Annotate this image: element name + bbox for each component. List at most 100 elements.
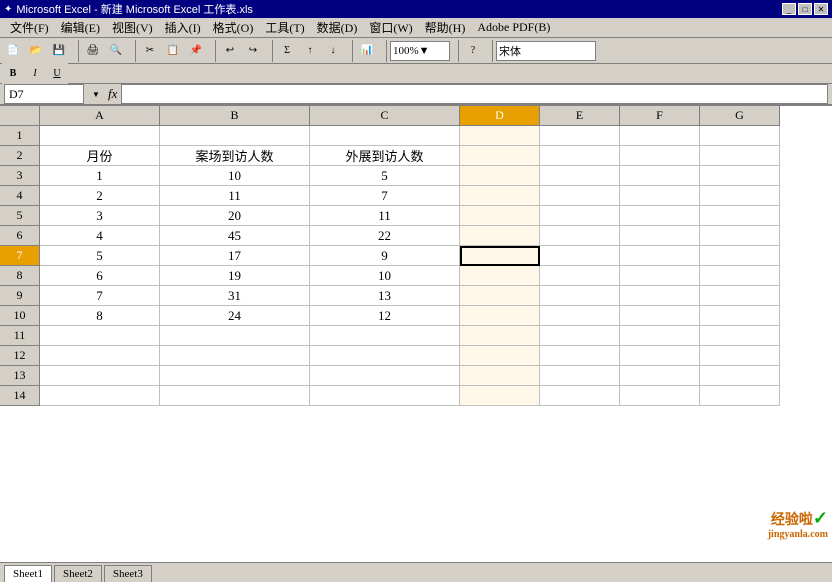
sheet-tab-sheet3[interactable]: Sheet3: [104, 565, 152, 582]
cell-G3[interactable]: [700, 166, 780, 186]
print-preview-button[interactable]: 🔍: [105, 40, 127, 62]
menu-item-v[interactable]: 视图(V): [106, 18, 159, 37]
cell-G5[interactable]: [700, 206, 780, 226]
cell-G10[interactable]: [700, 306, 780, 326]
cell-F4[interactable]: [620, 186, 700, 206]
menu-item-h[interactable]: 帮助(H): [419, 18, 472, 37]
cell-E10[interactable]: [540, 306, 620, 326]
cell-F9[interactable]: [620, 286, 700, 306]
new-button[interactable]: 📄: [2, 40, 24, 62]
cell-A1[interactable]: [40, 126, 160, 146]
cell-F13[interactable]: [620, 366, 700, 386]
cell-C10[interactable]: 12: [310, 306, 460, 326]
cell-E1[interactable]: [540, 126, 620, 146]
sum-button[interactable]: Σ: [276, 40, 298, 62]
cell-B6[interactable]: 45: [160, 226, 310, 246]
cell-B12[interactable]: [160, 346, 310, 366]
cell-E6[interactable]: [540, 226, 620, 246]
cell-D3[interactable]: [460, 166, 540, 186]
redo-button[interactable]: ↪: [242, 40, 264, 62]
cell-G11[interactable]: [700, 326, 780, 346]
cell-F7[interactable]: [620, 246, 700, 266]
row-number-9[interactable]: 9: [0, 286, 40, 306]
cell-E3[interactable]: [540, 166, 620, 186]
font-name-box[interactable]: 宋体: [496, 41, 596, 61]
cell-E12[interactable]: [540, 346, 620, 366]
cell-B7[interactable]: 17: [160, 246, 310, 266]
row-number-2[interactable]: 2: [0, 146, 40, 166]
menu-item-adobepdfb[interactable]: Adobe PDF(B): [471, 19, 556, 36]
cell-C13[interactable]: [310, 366, 460, 386]
sheet-tab-sheet2[interactable]: Sheet2: [54, 565, 102, 582]
cell-reference-box[interactable]: D7: [4, 84, 84, 104]
cell-B13[interactable]: [160, 366, 310, 386]
cell-D1[interactable]: [460, 126, 540, 146]
cell-D5[interactable]: [460, 206, 540, 226]
cell-G2[interactable]: [700, 146, 780, 166]
cell-D12[interactable]: [460, 346, 540, 366]
cell-G9[interactable]: [700, 286, 780, 306]
col-header-C[interactable]: C: [310, 106, 460, 126]
cell-A2[interactable]: 月份: [40, 146, 160, 166]
cell-E11[interactable]: [540, 326, 620, 346]
cell-D7[interactable]: [460, 246, 540, 266]
cell-E14[interactable]: [540, 386, 620, 406]
sort-desc-button[interactable]: ↓: [322, 40, 344, 62]
name-box-dropdown-icon[interactable]: ▼: [88, 84, 104, 104]
cell-F2[interactable]: [620, 146, 700, 166]
cell-E13[interactable]: [540, 366, 620, 386]
menu-item-e[interactable]: 编辑(E): [55, 18, 106, 37]
cell-A14[interactable]: [40, 386, 160, 406]
cell-F3[interactable]: [620, 166, 700, 186]
cell-E7[interactable]: [540, 246, 620, 266]
cell-F5[interactable]: [620, 206, 700, 226]
cell-F1[interactable]: [620, 126, 700, 146]
cell-D11[interactable]: [460, 326, 540, 346]
row-number-3[interactable]: 3: [0, 166, 40, 186]
help-button[interactable]: ?: [462, 40, 484, 62]
cell-C6[interactable]: 22: [310, 226, 460, 246]
cell-D13[interactable]: [460, 366, 540, 386]
cell-C8[interactable]: 10: [310, 266, 460, 286]
cell-F10[interactable]: [620, 306, 700, 326]
col-header-B[interactable]: B: [160, 106, 310, 126]
col-header-G[interactable]: G: [700, 106, 780, 126]
maximize-button[interactable]: □: [798, 3, 812, 15]
cell-A4[interactable]: 2: [40, 186, 160, 206]
zoom-box[interactable]: 100%▼: [390, 41, 450, 61]
cell-C7[interactable]: 9: [310, 246, 460, 266]
menu-item-w[interactable]: 窗口(W): [363, 18, 418, 37]
cell-F6[interactable]: [620, 226, 700, 246]
menu-item-f[interactable]: 文件(F): [4, 18, 55, 37]
chart-button[interactable]: 📊: [356, 40, 378, 62]
minimize-button[interactable]: _: [782, 3, 796, 15]
col-header-F[interactable]: F: [620, 106, 700, 126]
cell-D2[interactable]: [460, 146, 540, 166]
col-header-E[interactable]: E: [540, 106, 620, 126]
cell-C5[interactable]: 11: [310, 206, 460, 226]
row-number-14[interactable]: 14: [0, 386, 40, 406]
cell-A13[interactable]: [40, 366, 160, 386]
row-number-11[interactable]: 11: [0, 326, 40, 346]
close-button[interactable]: ✕: [814, 3, 828, 15]
open-button[interactable]: 📂: [25, 40, 47, 62]
cell-F8[interactable]: [620, 266, 700, 286]
cell-C11[interactable]: [310, 326, 460, 346]
row-number-4[interactable]: 4: [0, 186, 40, 206]
formula-input[interactable]: [121, 84, 828, 104]
cell-C3[interactable]: 5: [310, 166, 460, 186]
undo-button[interactable]: ↩: [219, 40, 241, 62]
cell-B4[interactable]: 11: [160, 186, 310, 206]
underline-button[interactable]: U: [46, 63, 68, 85]
menu-item-o[interactable]: 格式(O): [207, 18, 260, 37]
cell-F11[interactable]: [620, 326, 700, 346]
cell-A12[interactable]: [40, 346, 160, 366]
row-number-13[interactable]: 13: [0, 366, 40, 386]
menu-item-d[interactable]: 数据(D): [311, 18, 364, 37]
cell-G4[interactable]: [700, 186, 780, 206]
col-header-A[interactable]: A: [40, 106, 160, 126]
cell-A9[interactable]: 7: [40, 286, 160, 306]
cell-A10[interactable]: 8: [40, 306, 160, 326]
cell-D8[interactable]: [460, 266, 540, 286]
sort-asc-button[interactable]: ↑: [299, 40, 321, 62]
